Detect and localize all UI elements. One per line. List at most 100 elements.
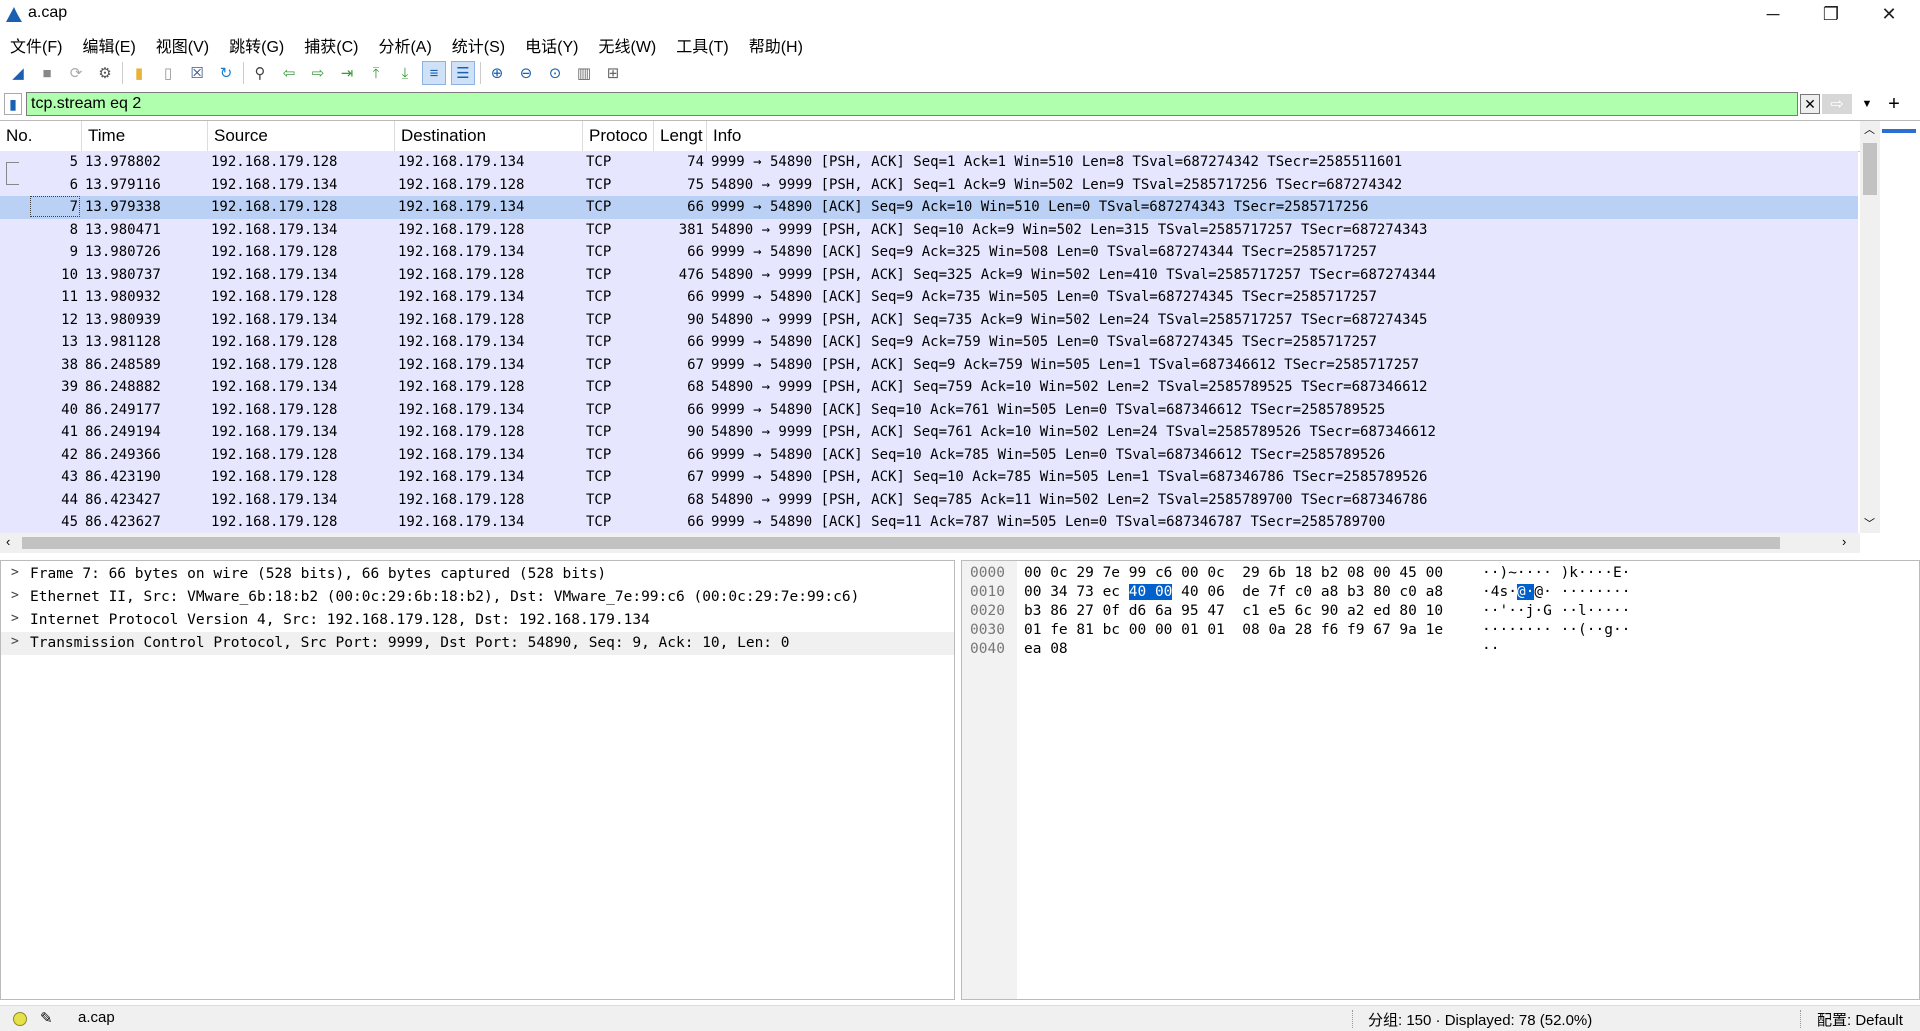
menu-go[interactable]: 跳转(G) bbox=[219, 30, 294, 56]
find-packet-button[interactable]: ⚲ bbox=[248, 61, 272, 85]
scrollbar-thumb[interactable] bbox=[22, 537, 1780, 549]
add-filter-button[interactable]: + bbox=[1882, 92, 1906, 116]
chevron-down-icon[interactable]: ﹀ bbox=[1864, 515, 1875, 531]
tree-item-frame[interactable]: > Frame 7: 66 bytes on wire (528 bits), … bbox=[1, 563, 954, 586]
shark-fin-icon: ◢ bbox=[12, 65, 24, 82]
hex-row: 00 34 73 ec 40 00 40 06 de 7f c0 a8 b3 8… bbox=[1024, 584, 1443, 603]
chevron-left-icon[interactable]: ‹ bbox=[6, 534, 10, 549]
packet-length: 66 bbox=[687, 514, 704, 530]
tree-item-ipv4[interactable]: > Internet Protocol Version 4, Src: 192.… bbox=[1, 609, 954, 632]
zoom-out-button[interactable]: ⊖ bbox=[514, 61, 538, 85]
chevron-right-icon[interactable]: > bbox=[11, 611, 19, 626]
column-header-protocol[interactable]: Protoco bbox=[583, 121, 654, 151]
filter-history-dropdown[interactable]: ▼ bbox=[1858, 94, 1876, 114]
packet-list-vertical-scrollbar[interactable]: ︿ ﹀ bbox=[1860, 121, 1880, 533]
first-packet-button[interactable]: ⤒ bbox=[364, 61, 388, 85]
go-to-packet-button[interactable]: ⇥ bbox=[335, 61, 359, 85]
apply-filter-button[interactable]: ⇨ bbox=[1822, 94, 1852, 114]
go-back-button[interactable]: ⇦ bbox=[277, 61, 301, 85]
packet-row[interactable]: 11 13.980932 192.168.179.128 192.168.179.13… bbox=[0, 286, 1858, 309]
status-separator bbox=[1800, 1010, 1802, 1028]
column-header-length[interactable]: Lengt bbox=[654, 121, 707, 151]
maximize-button[interactable]: ❐ bbox=[1802, 0, 1860, 28]
minimize-icon: ─ bbox=[1766, 3, 1780, 24]
packet-row[interactable]: 38 86.248589 192.168.179.128 192.168.179.13… bbox=[0, 353, 1858, 376]
menu-view[interactable]: 视图(V) bbox=[146, 30, 219, 56]
packet-destination: 192.168.179.134 bbox=[398, 446, 525, 463]
capture-comment-icon[interactable]: ✎ bbox=[40, 1009, 53, 1027]
packet-info: 9999 → 54890 [PSH, ACK] Seq=9 Ack=759 Wi… bbox=[711, 356, 1420, 373]
minimize-button[interactable]: ─ bbox=[1744, 0, 1802, 28]
expert-info-indicator[interactable] bbox=[13, 1012, 27, 1026]
close-file-button[interactable]: ☒ bbox=[185, 61, 209, 85]
packet-row[interactable]: 10 13.980737 192.168.179.134 192.168.179.12… bbox=[0, 263, 1858, 286]
autoscroll-button[interactable]: ≡ bbox=[422, 61, 446, 85]
column-header-destination[interactable]: Destination bbox=[395, 121, 583, 151]
packet-row[interactable]: 7 13.979338 192.168.179.128 192.168.179.134… bbox=[0, 196, 1858, 219]
packet-row[interactable]: 44 86.423427 192.168.179.134 192.168.179.12… bbox=[0, 488, 1858, 511]
packet-row[interactable]: 41 86.249194 192.168.179.134 192.168.179.12… bbox=[0, 421, 1858, 444]
clear-filter-button[interactable]: ✕ bbox=[1800, 94, 1820, 114]
packet-row[interactable]: 9 13.980726 192.168.179.128 192.168.179.134… bbox=[0, 241, 1858, 264]
column-header-source[interactable]: Source bbox=[208, 121, 395, 151]
column-header-time[interactable]: Time bbox=[82, 121, 208, 151]
scrollbar-thumb[interactable] bbox=[1863, 143, 1877, 195]
packet-row[interactable]: 42 86.249366 192.168.179.128 192.168.179.13… bbox=[0, 443, 1858, 466]
open-file-button[interactable]: ▮ bbox=[127, 61, 151, 85]
start-capture-button[interactable]: ◢ bbox=[6, 61, 30, 85]
stop-capture-button[interactable]: ■ bbox=[35, 61, 59, 85]
packet-bytes-pane[interactable]: 0000 00 0c 29 7e 99 c6 00 0c 29 6b 18 b2… bbox=[961, 560, 1920, 1000]
ascii-text: )k····E· bbox=[1560, 565, 1631, 581]
chevron-right-icon[interactable]: > bbox=[11, 634, 19, 649]
restart-capture-button[interactable]: ⟳ bbox=[64, 61, 88, 85]
colorize-button[interactable]: ☰ bbox=[451, 61, 475, 85]
packet-row[interactable]: 6 13.979116 192.168.179.134 192.168.179.128… bbox=[0, 173, 1858, 196]
packet-row[interactable]: 40 86.249177 192.168.179.128 192.168.179.13… bbox=[0, 398, 1858, 421]
close-button[interactable]: ✕ bbox=[1860, 0, 1918, 28]
packet-row[interactable]: 5 13.978802 192.168.179.128 192.168.179.134… bbox=[0, 151, 1858, 175]
status-profile[interactable]: 配置: Default bbox=[1817, 1009, 1903, 1030]
packet-source: 192.168.179.134 bbox=[211, 379, 338, 395]
byte-offset: 0010 bbox=[970, 584, 1005, 600]
menu-file[interactable]: 文件(F) bbox=[0, 30, 72, 56]
last-packet-button[interactable]: ⤓ bbox=[393, 61, 417, 85]
packet-info: 54890 → 9999 [PSH, ACK] Seq=325 Ack=9 Wi… bbox=[711, 266, 1436, 283]
tree-item-tcp[interactable]: > Transmission Control Protocol, Src Por… bbox=[1, 632, 954, 655]
menu-statistics[interactable]: 统计(S) bbox=[442, 30, 515, 56]
packet-row[interactable]: 12 13.980939 192.168.179.134 192.168.179.12… bbox=[0, 308, 1858, 331]
tree-item-ethernet[interactable]: > Ethernet II, Src: VMware_6b:18:b2 (00:… bbox=[1, 586, 954, 609]
save-file-button[interactable]: ▯ bbox=[156, 61, 180, 85]
chevron-right-icon[interactable]: > bbox=[11, 588, 19, 603]
packet-time: 86.248589 bbox=[85, 356, 161, 373]
menu-capture[interactable]: 捕获(C) bbox=[294, 30, 368, 56]
zoom-in-button[interactable]: ⊕ bbox=[485, 61, 509, 85]
resize-columns-button[interactable]: ▥ bbox=[572, 61, 596, 85]
packet-row[interactable]: 39 86.248882 192.168.179.134 192.168.179.12… bbox=[0, 376, 1858, 399]
packet-row[interactable]: 13 13.981128 192.168.179.128 192.168.179.13… bbox=[0, 331, 1858, 354]
menu-help[interactable]: 帮助(H) bbox=[739, 30, 813, 56]
capture-options-button[interactable]: ⚙ bbox=[93, 61, 117, 85]
status-packet-stats: 分组: 150 · Displayed: 78 (52.0%) bbox=[1368, 1012, 1593, 1029]
go-forward-button[interactable]: ⇨ bbox=[306, 61, 330, 85]
packet-destination: 192.168.179.134 bbox=[398, 469, 525, 485]
packet-list-horizontal-scrollbar[interactable]: ‹ › bbox=[0, 533, 1860, 553]
chevron-right-icon[interactable]: > bbox=[11, 565, 19, 580]
menu-wireless[interactable]: 无线(W) bbox=[588, 30, 666, 56]
normal-size-button[interactable]: ⊙ bbox=[543, 61, 567, 85]
column-header-info[interactable]: Info bbox=[707, 121, 1860, 151]
menu-tools[interactable]: 工具(T) bbox=[666, 30, 738, 56]
chevron-right-icon[interactable]: › bbox=[1842, 534, 1846, 549]
packet-row[interactable]: 45 86.423627 192.168.179.128 192.168.179.13… bbox=[0, 511, 1858, 534]
packet-minimap[interactable] bbox=[1880, 121, 1920, 533]
chevron-up-icon[interactable]: ︿ bbox=[1864, 121, 1875, 137]
packet-row[interactable]: 43 86.423190 192.168.179.128 192.168.179.13… bbox=[0, 466, 1858, 489]
column-header-no[interactable]: No. bbox=[0, 121, 82, 151]
menu-telephony[interactable]: 电话(Y) bbox=[515, 30, 588, 56]
packet-row[interactable]: 8 13.980471 192.168.179.134 192.168.179.128… bbox=[0, 218, 1858, 241]
menu-edit[interactable]: 编辑(E) bbox=[72, 30, 145, 56]
menu-analyze[interactable]: 分析(A) bbox=[368, 30, 441, 56]
reload-file-button[interactable]: ↻ bbox=[214, 61, 238, 85]
layout-button[interactable]: ⊞ bbox=[601, 61, 625, 85]
filter-bookmark-button[interactable]: ▮ bbox=[4, 93, 22, 115]
display-filter-input[interactable]: tcp.stream eq 2 bbox=[26, 92, 1798, 116]
